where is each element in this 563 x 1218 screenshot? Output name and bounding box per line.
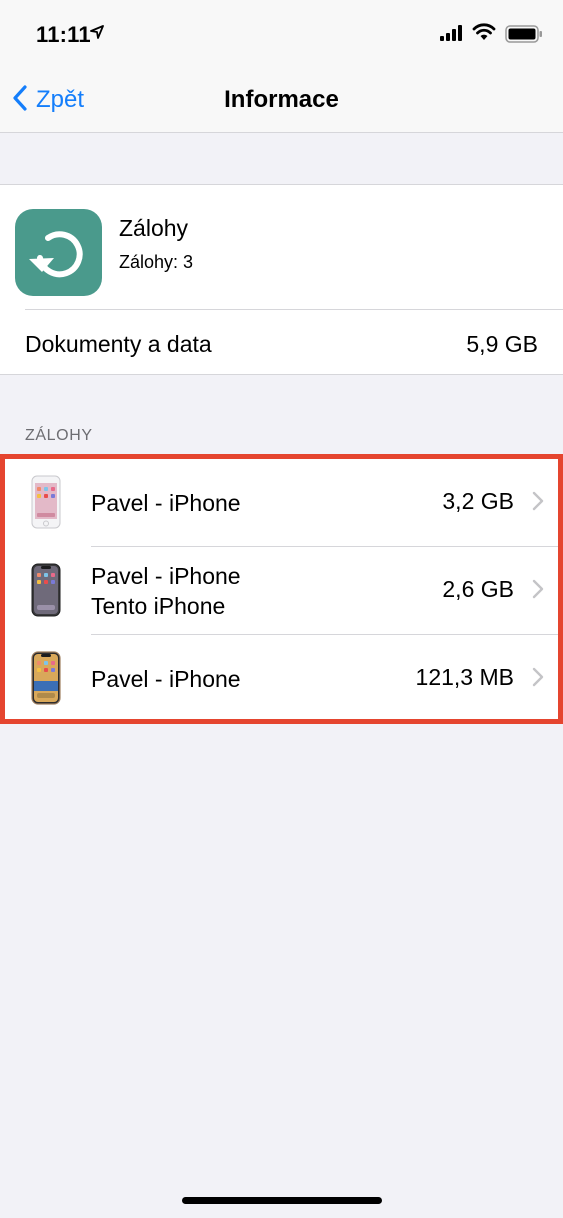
backup-row[interactable]: Pavel - iPhone Tento iPhone 2,6 GB — [5, 547, 558, 635]
location-arrow-icon — [90, 25, 104, 44]
backup-name: Pavel - iPhone — [91, 666, 241, 692]
cellular-signal-icon — [440, 25, 464, 46]
wifi-icon — [472, 23, 496, 46]
section-header-backups: ZÁLOHY — [25, 427, 93, 444]
chevron-right-icon — [532, 491, 544, 516]
app-info-card: Zálohy Zálohy: 3 Dokumenty a data 5,9 GB — [0, 184, 563, 375]
app-name: Zálohy — [119, 215, 189, 241]
backup-row[interactable]: Pavel - iPhone 121,3 MB — [5, 635, 558, 723]
backup-name: Pavel - iPhone — [91, 490, 241, 516]
page-title: Informace — [224, 86, 339, 113]
backup-restore-icon — [15, 209, 102, 296]
documents-value: 5,9 GB — [466, 331, 538, 357]
status-bar: 11:11 — [0, 0, 563, 70]
iphone-notch-gold-icon — [31, 651, 61, 710]
documents-label: Dokumenty a data — [25, 331, 212, 357]
battery-icon — [505, 25, 543, 48]
backup-row[interactable]: Pavel - iPhone 3,2 GB — [5, 459, 558, 547]
status-time: 11:11 — [36, 22, 91, 47]
chevron-right-icon — [532, 579, 544, 604]
app-subtitle: Zálohy: 3 — [119, 252, 194, 272]
backup-size: 3,2 GB — [442, 488, 514, 514]
backup-size: 121,3 MB — [415, 664, 514, 690]
iphone-home-button-icon — [31, 475, 61, 534]
backup-size: 2,6 GB — [442, 576, 514, 602]
backup-subtitle: Tento iPhone — [91, 593, 226, 619]
chevron-right-icon — [532, 667, 544, 692]
navigation-bar: Zpět Informace — [0, 70, 563, 133]
home-indicator[interactable] — [182, 1197, 382, 1204]
backups-list: Pavel - iPhone 3,2 GB Pavel - iPhone Ten… — [0, 454, 563, 724]
backup-name: Pavel - iPhone — [91, 563, 241, 589]
divider — [25, 309, 563, 310]
iphone-notch-icon — [31, 563, 61, 622]
